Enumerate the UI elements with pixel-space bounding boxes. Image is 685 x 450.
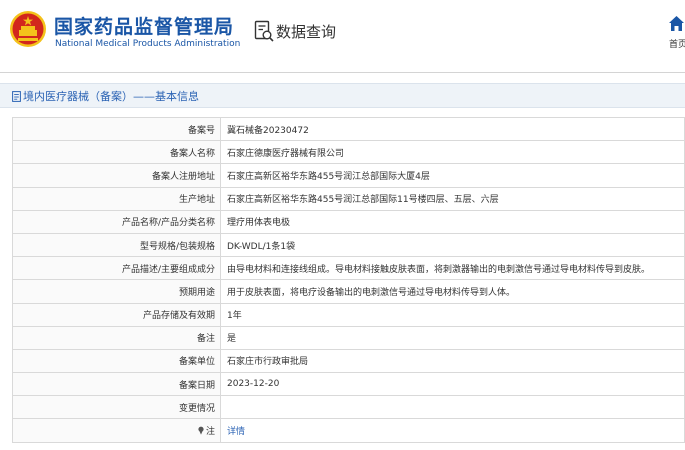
table-row: 产品名称/产品分类名称 理疗用体表电极 xyxy=(12,209,685,234)
field-label: 备案单位 xyxy=(12,348,221,374)
brand-name-en[interactable]: National Medical Products Administration xyxy=(55,39,240,49)
field-value: 2023-12-20 xyxy=(220,372,685,397)
field-label: 变更情况 xyxy=(12,395,221,420)
table-row: 备案人注册地址 石家庄高新区裕华东路455号润江总部国际大厦4层 xyxy=(12,163,685,188)
table-row: 备注 是 xyxy=(12,325,685,350)
field-label: 备案日期 xyxy=(12,372,221,397)
field-label: 备案人注册地址 xyxy=(12,163,221,188)
field-label: 备案人名称 xyxy=(12,140,221,165)
home-link[interactable]: 首页 xyxy=(669,37,685,50)
field-value: 石家庄高新区裕华东路455号润江总部国际11号楼四层、五层、六层 xyxy=(220,186,685,211)
field-label: 备案号 xyxy=(12,116,221,142)
table-row: 备案人名称 石家庄德康医疗器械有限公司 xyxy=(12,140,685,165)
field-label: 注 xyxy=(205,427,215,438)
home-icon[interactable] xyxy=(668,15,685,32)
field-label: 备注 xyxy=(12,325,221,350)
field-label: 预期用途 xyxy=(12,279,221,304)
table-row: 型号规格/包装规格 DK-WDL/1条1袋 xyxy=(12,232,685,258)
field-label: 产品名称/产品分类名称 xyxy=(12,209,221,234)
field-value: 由导电材料和连接线组成。导电材料接触皮肤表面，将刺激器输出的电刺激信号通过导电材… xyxy=(220,256,685,281)
data-query-icon xyxy=(254,20,274,42)
breadcrumb: 境内医疗器械（备案）——基本信息 xyxy=(0,83,685,108)
table-row: 生产地址 石家庄高新区裕华东路455号润江总部国际11号楼四层、五层、六层 xyxy=(12,186,685,211)
field-value: 冀石械备20230472 xyxy=(220,116,685,142)
document-icon xyxy=(12,91,21,102)
table-row: 备案号 冀石械备20230472 xyxy=(12,116,685,142)
table-row: 备案单位 石家庄市行政审批局 xyxy=(12,348,685,374)
table-row: 变更情况 xyxy=(12,395,685,420)
field-label: 产品描述/主要组成成分 xyxy=(12,256,221,281)
field-value xyxy=(220,395,685,420)
breadcrumb-text: 境内医疗器械（备案）——基本信息 xyxy=(23,90,199,103)
note-label-cell: 注 xyxy=(12,418,221,443)
field-value: 是 xyxy=(220,325,685,350)
field-label: 生产地址 xyxy=(12,186,221,211)
field-value: 石家庄市行政审批局 xyxy=(220,348,685,374)
field-value: DK-WDL/1条1袋 xyxy=(220,232,685,258)
field-value: 用于皮肤表面，将电疗设备输出的电刺激信号通过导电材料传导到人体。 xyxy=(220,279,685,304)
table-row: 预期用途 用于皮肤表面，将电疗设备输出的电刺激信号通过导电材料传导到人体。 xyxy=(12,279,685,304)
field-value: 理疗用体表电极 xyxy=(220,209,685,234)
table-row: 产品描述/主要组成成分 由导电材料和连接线组成。导电材料接触皮肤表面，将刺激器输… xyxy=(12,256,685,281)
page-title: 数据查询 xyxy=(276,23,337,41)
field-value: 石家庄高新区裕华东路455号润江总部国际大厦4层 xyxy=(220,163,685,188)
table-row: 备案日期 2023-12-20 xyxy=(12,372,685,397)
header-divider xyxy=(0,72,685,73)
details-link[interactable]: 详情 xyxy=(220,418,685,443)
pin-icon xyxy=(198,426,204,435)
field-value: 1年 xyxy=(220,302,685,327)
table-row: 注 详情 xyxy=(12,418,685,443)
site-header: 国家药品监督管理局 National Medical Products Admi… xyxy=(0,0,685,62)
field-value: 石家庄德康医疗器械有限公司 xyxy=(220,140,685,165)
national-emblem-icon xyxy=(10,11,46,47)
field-label: 型号规格/包装规格 xyxy=(12,232,221,258)
table-row: 产品存储及有效期 1年 xyxy=(12,302,685,327)
brand-name-cn[interactable]: 国家药品监督管理局 xyxy=(54,12,234,39)
field-label: 产品存储及有效期 xyxy=(12,302,221,327)
record-details-table: 备案号 冀石械备20230472 备案人名称 石家庄德康医疗器械有限公司 备案人… xyxy=(12,116,685,443)
